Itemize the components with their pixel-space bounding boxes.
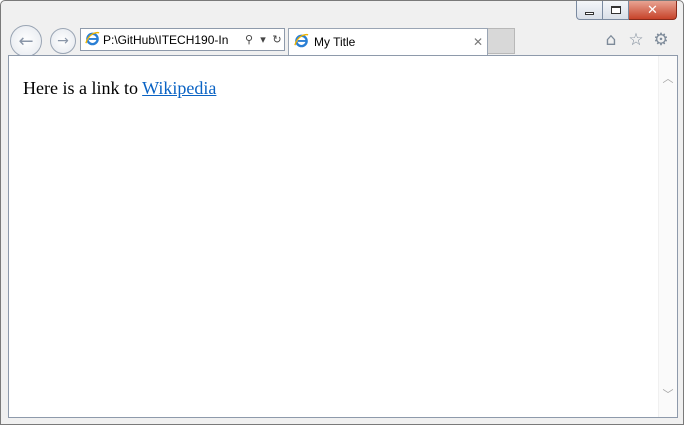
wikipedia-link[interactable]: Wikipedia (142, 78, 216, 98)
scroll-down-icon[interactable]: ﹀ (659, 386, 677, 403)
refresh-icon[interactable]: ↻ (270, 33, 284, 46)
dropdown-icon[interactable]: ▾ (256, 33, 270, 46)
new-tab-button[interactable] (488, 28, 515, 54)
close-icon: ✕ (647, 2, 658, 18)
paragraph-text: Here is a link to (23, 78, 143, 98)
back-button[interactable]: ← (10, 25, 42, 57)
page-paragraph: Here is a link to Wikipedia (23, 78, 216, 99)
tab-close-icon[interactable]: ✕ (469, 35, 487, 49)
maximize-icon (610, 6, 621, 14)
search-icon[interactable]: ⚲ (242, 33, 256, 46)
scroll-up-icon[interactable]: ︿ (659, 70, 677, 87)
favorites-icon[interactable]: ☆ (626, 30, 646, 50)
minimize-icon (585, 11, 594, 15)
gear-icon[interactable]: ⚙ (651, 30, 671, 50)
browser-window: ✕ ← → P:\GitHub\ITECH190-In ⚲ ▾ ↻ My Tit… (0, 0, 684, 425)
page-content: Here is a link to Wikipedia ︿ ﹀ (8, 55, 678, 418)
back-arrow-icon: ← (18, 30, 34, 52)
home-icon[interactable]: ⌂ (601, 30, 621, 50)
close-button[interactable]: ✕ (629, 1, 677, 20)
address-url[interactable]: P:\GitHub\ITECH190-In (103, 33, 242, 47)
tab-title: My Title (314, 35, 356, 49)
forward-button[interactable]: → (50, 28, 76, 54)
address-bar[interactable]: P:\GitHub\ITECH190-In ⚲ ▾ ↻ (80, 28, 285, 51)
maximize-button[interactable] (603, 1, 629, 20)
caption-buttons: ✕ (576, 1, 677, 21)
tab-my-title[interactable]: My Title ✕ (288, 28, 488, 55)
forward-arrow-icon: → (57, 33, 69, 49)
ie-page-icon (85, 31, 101, 49)
ie-tab-icon (294, 33, 310, 51)
vertical-scrollbar[interactable]: ︿ ﹀ (658, 56, 677, 417)
minimize-button[interactable] (576, 1, 603, 20)
